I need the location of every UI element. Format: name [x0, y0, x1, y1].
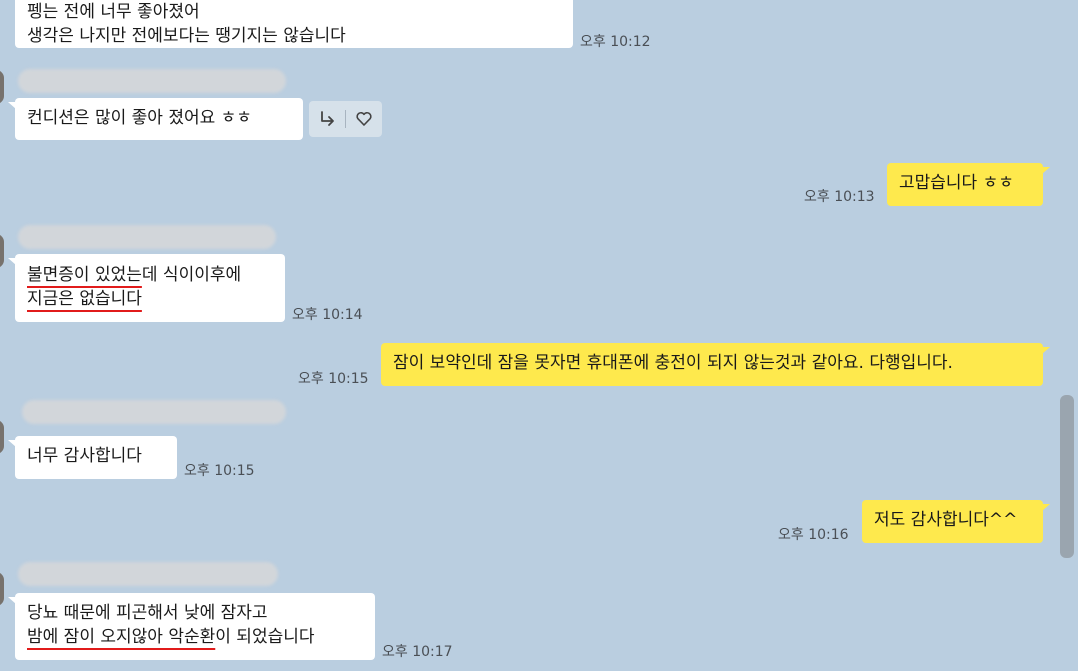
underlined-text: 지금은 없습니다 — [27, 289, 142, 309]
avatar[interactable] — [0, 70, 4, 104]
message-line: 지금은 없습니다 — [27, 287, 273, 311]
message-line: 당뇨 때문에 피곤해서 낮에 잠자고 — [27, 603, 268, 623]
text: 데 식이이후에 — [141, 265, 242, 285]
message-line: 컨디션은 많이 좋아 졌어요 ㅎㅎ — [27, 108, 252, 128]
heart-icon[interactable] — [346, 101, 382, 137]
message-line: 저도 감사합니다^^ — [874, 510, 1018, 530]
message-time: 오후 10:12 — [580, 34, 651, 50]
underlined-text: 밤에 잠이 오지않아 악순환 — [27, 627, 216, 647]
message-line: 너무 감사합니다 — [27, 446, 142, 466]
message-bubble[interactable]: 너무 감사합니다 — [8, 436, 177, 479]
reply-arrow-icon[interactable] — [309, 101, 345, 137]
message-bubble[interactable]: 펭는 전에 너무 좋아졌어 생각은 나지만 전에보다는 땡기지는 않습니다 — [15, 0, 573, 48]
text: 이 되었습니다 — [215, 627, 315, 647]
message-reaction-bar — [309, 101, 382, 137]
message-time: 오후 10:16 — [778, 527, 849, 543]
avatar[interactable] — [0, 420, 4, 454]
underlined-text: 불면증이 있었는 — [27, 265, 142, 285]
avatar[interactable] — [0, 234, 4, 268]
message-line: 고맙습니다 ㅎㅎ — [899, 173, 1014, 193]
message-time: 오후 10:14 — [292, 307, 363, 323]
message-bubble[interactable]: 컨디션은 많이 좋아 졌어요 ㅎㅎ — [8, 98, 303, 140]
sender-name-blurred — [18, 69, 286, 93]
message-bubble[interactable]: 고맙습니다 ㅎㅎ — [887, 163, 1050, 206]
message-time: 오후 10:13 — [804, 189, 875, 205]
sender-name-blurred — [22, 400, 286, 424]
message-bubble[interactable]: 불면증이 있었는데 식이이후에 지금은 없습니다 — [8, 254, 285, 322]
message-time: 오후 10:15 — [184, 463, 255, 479]
message-time: 오후 10:15 — [298, 371, 369, 387]
scrollbar-thumb[interactable] — [1060, 395, 1074, 558]
message-time: 오후 10:17 — [382, 644, 453, 660]
sender-name-blurred — [18, 225, 276, 249]
chat-area: 펭는 전에 너무 좋아졌어 생각은 나지만 전에보다는 땡기지는 않습니다 오후… — [0, 0, 1078, 671]
message-line: 생각은 나지만 전에보다는 땡기지는 않습니다 — [27, 26, 346, 46]
message-line: 펭는 전에 너무 좋아졌어 — [27, 2, 200, 22]
message-bubble[interactable]: 당뇨 때문에 피곤해서 낮에 잠자고 밤에 잠이 오지않아 악순환이 되었습니다 — [8, 593, 375, 660]
message-bubble[interactable]: 잠이 보약인데 잠을 못자면 휴대폰에 충전이 되지 않는것과 같아요. 다행입… — [381, 343, 1050, 386]
message-line: 잠이 보약인데 잠을 못자면 휴대폰에 충전이 되지 않는것과 같아요. 다행입… — [393, 353, 953, 373]
avatar[interactable] — [0, 572, 4, 606]
sender-name-blurred — [18, 562, 278, 586]
message-line: 불면증이 있었는데 식이이후에 — [27, 263, 273, 287]
message-bubble[interactable]: 저도 감사합니다^^ — [862, 500, 1050, 543]
message-line: 밤에 잠이 오지않아 악순환이 되었습니다 — [27, 625, 363, 649]
